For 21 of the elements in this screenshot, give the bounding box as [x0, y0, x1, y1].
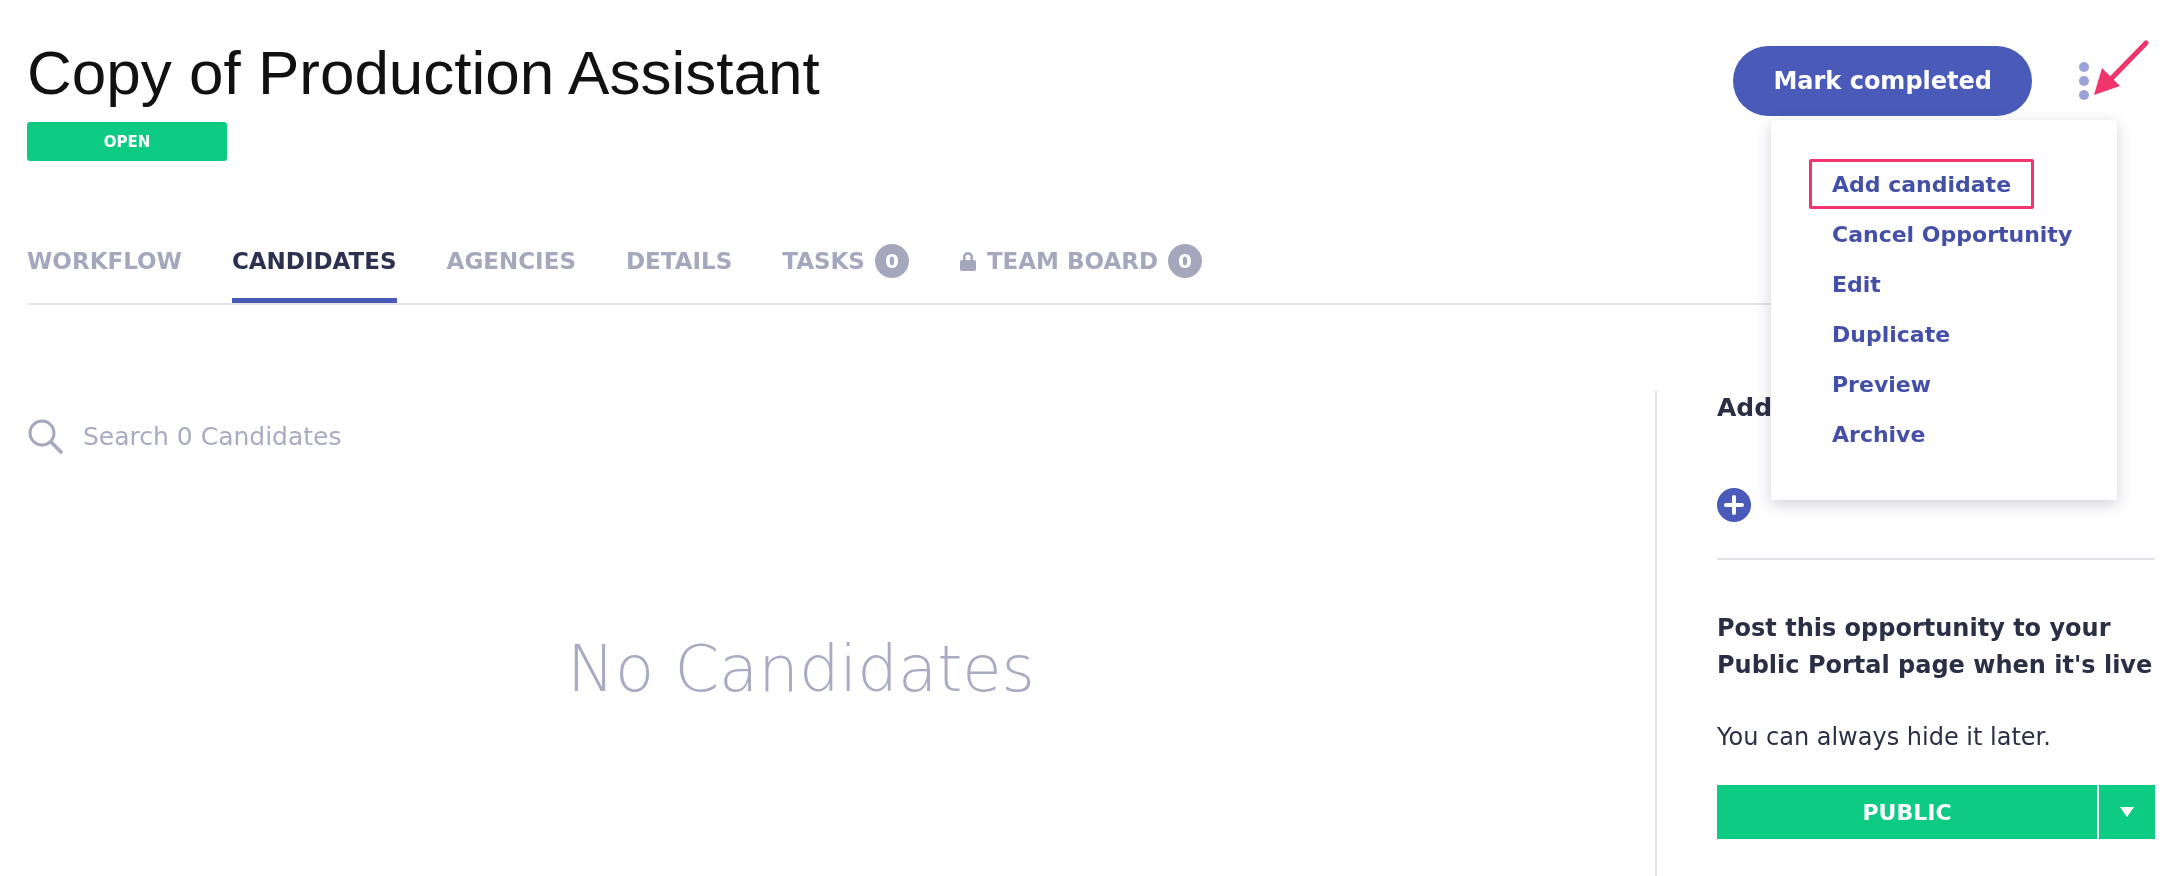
menu-item[interactable]: Cancel Opportunity	[1809, 209, 2096, 259]
panel-heading: Add	[1717, 392, 1773, 424]
page-title: Copy of Production Assistant	[27, 38, 820, 108]
dropdown-button[interactable]	[2099, 785, 2155, 839]
menu-item[interactable]: Archive	[1809, 409, 1949, 459]
menu-item[interactable]: Duplicate	[1809, 309, 1974, 359]
hint-text: You can always hide it later.	[1717, 722, 2052, 753]
caret-icon	[2119, 806, 2135, 818]
mark-completed-button[interactable]: Mark completed	[1733, 46, 2032, 116]
menu-item[interactable]: Preview	[1809, 359, 1955, 409]
count-badge: 0	[1168, 244, 1203, 278]
status-badge: OPEN	[27, 122, 227, 161]
post-description: Post this opportunity to your Public Portal page when it's live	[1717, 613, 2154, 681]
more-options-icon[interactable]	[2078, 61, 2090, 101]
search-icon	[27, 418, 63, 454]
count-badge: 0	[874, 244, 909, 278]
menu-item[interactable]: Edit	[1809, 259, 1904, 309]
empty-state-text: No Candidates	[567, 632, 1035, 706]
tab[interactable]: CANDIDATES	[231, 219, 397, 303]
menu-item[interactable]: Add candidate	[1809, 159, 2035, 209]
add-icon[interactable]	[1717, 488, 1751, 522]
